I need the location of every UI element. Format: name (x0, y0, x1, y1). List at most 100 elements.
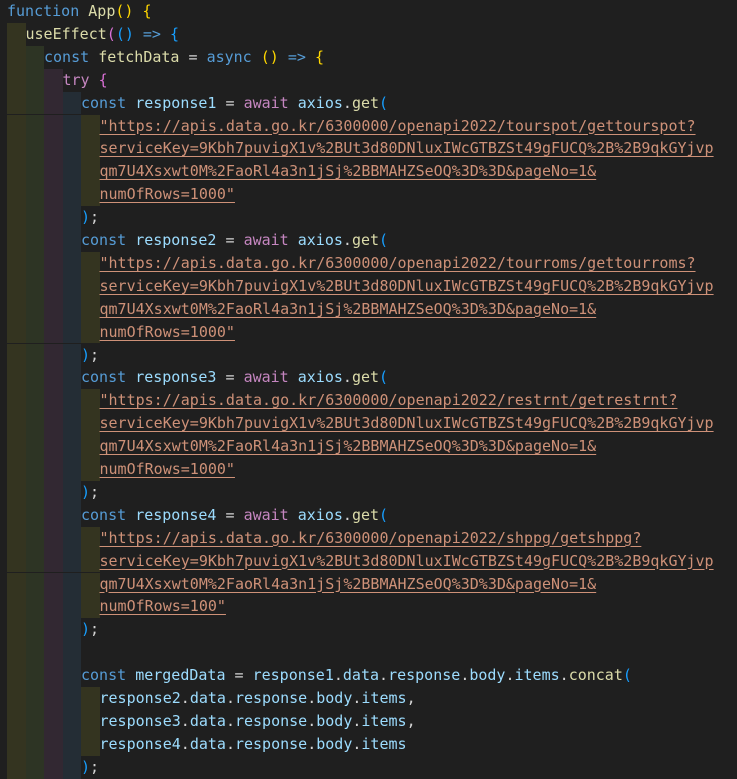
code-line[interactable]: response4.data.response.body.items (0, 732, 737, 756)
code-token: items (514, 666, 560, 685)
indent-guide (25, 412, 44, 436)
code-line[interactable]: qm7U4Xsxwt0M%2FaoRl4a3n1jSj%2BBMAHZSeOQ%… (0, 297, 737, 321)
code-line[interactable] (0, 641, 737, 665)
code-line[interactable]: ); (0, 480, 737, 504)
code-token: "https://apis.data.go.kr/6300000/openapi… (99, 253, 696, 272)
indent-guide (44, 206, 63, 229)
indent-guide (62, 435, 81, 458)
code-token: qm7U4Xsxwt0M%2FaoRl4a3n1jSj%2BBMAHZSeOQ%… (99, 574, 597, 593)
indent-guide (62, 618, 81, 642)
indent-guide (44, 503, 63, 527)
code-editor[interactable]: function App() {useEffect(() => {const f… (0, 0, 737, 779)
indent-guide (81, 137, 100, 161)
indent-guide (25, 618, 44, 642)
indent-guide (25, 549, 44, 573)
code-line[interactable]: numOfRows=1000" (0, 320, 737, 344)
code-token: . (342, 231, 352, 249)
code-line[interactable]: ); (0, 755, 737, 779)
code-text: numOfRows=1000" (100, 183, 235, 206)
code-token: . (307, 689, 317, 707)
code-line[interactable]: response2.data.response.body.items, (0, 687, 737, 710)
code-token: response2 (135, 231, 217, 249)
code-text: numOfRows=100" (100, 595, 226, 618)
indent-guide (25, 709, 44, 733)
indent-guide (25, 687, 44, 710)
code-token: => (287, 47, 306, 66)
code-line[interactable]: "https://apis.data.go.kr/6300000/openapi… (0, 251, 737, 275)
indent-guide (7, 572, 26, 596)
code-line[interactable]: numOfRows=100" (0, 595, 737, 619)
code-line[interactable]: qm7U4Xsxwt0M%2FaoRl4a3n1jSj%2BBMAHZSeOQ%… (0, 160, 737, 184)
code-line[interactable]: const fetchData = async () => { (0, 45, 737, 69)
code-line[interactable]: const response1 = await axios.get( (0, 91, 737, 115)
code-token: serviceKey=9Kbh7puvigX1v%2BUt3d80DNluxIW… (99, 276, 714, 295)
code-line[interactable]: function App() { (0, 0, 737, 23)
code-line[interactable]: const response3 = await axios.get( (0, 366, 737, 390)
indent-guide (44, 664, 63, 687)
code-text: ); (81, 206, 99, 229)
indent-guide (62, 389, 81, 413)
code-line[interactable]: ); (0, 343, 737, 367)
code-line[interactable]: serviceKey=9Kbh7puvigX1v%2BUt3d80DNluxIW… (0, 412, 737, 436)
code-token: const (81, 666, 127, 685)
code-line[interactable]: useEffect(() => { (0, 22, 737, 46)
code-line[interactable]: "https://apis.data.go.kr/6300000/openapi… (0, 389, 737, 413)
code-line[interactable]: qm7U4Xsxwt0M%2FaoRl4a3n1jSj%2BBMAHZSeOQ%… (0, 572, 737, 596)
code-line[interactable]: try { (0, 68, 737, 92)
code-text: numOfRows=1000" (100, 458, 235, 481)
code-token: { (142, 2, 152, 20)
code-token: ) (81, 345, 91, 364)
indent-guide (44, 366, 63, 390)
indent-guide (7, 22, 26, 46)
code-token: try (62, 70, 90, 89)
indent-guide (7, 297, 26, 321)
code-token: . (342, 93, 352, 112)
code-line[interactable]: "https://apis.data.go.kr/6300000/openapi… (0, 526, 737, 550)
code-token: ) (81, 757, 91, 776)
code-line[interactable]: serviceKey=9Kbh7puvigX1v%2BUt3d80DNluxIW… (0, 549, 737, 573)
code-token: data (342, 666, 380, 685)
indent-guide (7, 435, 26, 458)
code-token: qm7U4Xsxwt0M%2FaoRl4a3n1jSj%2BBMAHZSeOQ%… (99, 299, 597, 318)
code-token: await (243, 231, 289, 249)
code-line[interactable]: const mergedData = response1.data.respon… (0, 664, 737, 687)
code-line[interactable]: numOfRows=1000" (0, 458, 737, 481)
code-text: qm7U4Xsxwt0M%2FaoRl4a3n1jSj%2BBMAHZSeOQ%… (100, 573, 597, 596)
code-line[interactable]: response3.data.response.body.items, (0, 709, 737, 733)
code-token: . (342, 368, 352, 387)
code-line[interactable]: ); (0, 618, 737, 642)
code-token: data (189, 689, 226, 707)
code-line[interactable]: serviceKey=9Kbh7puvigX1v%2BUt3d80DNluxIW… (0, 137, 737, 161)
code-line[interactable]: qm7U4Xsxwt0M%2FaoRl4a3n1jSj%2BBMAHZSeOQ%… (0, 435, 737, 458)
code-line[interactable]: numOfRows=1000" (0, 183, 737, 207)
code-line[interactable]: const response4 = await axios.get( (0, 503, 737, 527)
code-token: => (142, 24, 161, 43)
indent-guide (7, 503, 26, 527)
code-text: qm7U4Xsxwt0M%2FaoRl4a3n1jSj%2BBMAHZSeOQ%… (100, 160, 597, 183)
indent-guide (44, 91, 63, 115)
code-line[interactable]: const response2 = await axios.get( (0, 229, 737, 252)
indent-guide (62, 274, 81, 298)
indent-guide (81, 389, 100, 413)
indent-guide (44, 458, 63, 481)
code-line[interactable]: ); (0, 206, 737, 229)
indent-guide (62, 206, 81, 229)
code-token: get (351, 231, 380, 249)
indent-guide (25, 641, 44, 665)
code-text: "https://apis.data.go.kr/6300000/openapi… (100, 389, 678, 412)
indent-guide (7, 664, 26, 687)
indent-guide (25, 366, 44, 390)
indent-guide (44, 755, 63, 779)
code-line[interactable]: "https://apis.data.go.kr/6300000/openapi… (0, 114, 737, 138)
code-token: = (216, 231, 244, 249)
code-token: App (88, 2, 116, 20)
code-line[interactable]: serviceKey=9Kbh7puvigX1v%2BUt3d80DNluxIW… (0, 274, 737, 298)
code-text: serviceKey=9Kbh7puvigX1v%2BUt3d80DNluxIW… (100, 550, 714, 573)
indent-guide (44, 412, 63, 436)
indent-guide (81, 687, 100, 710)
